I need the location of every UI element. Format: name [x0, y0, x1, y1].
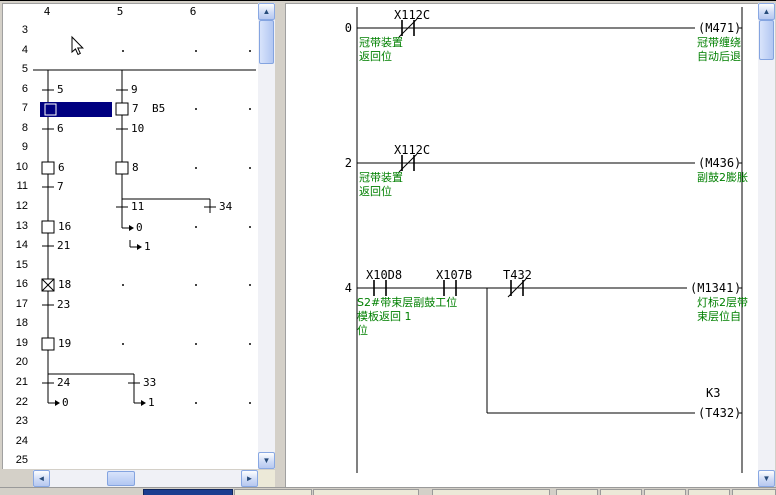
plc-programming-window: ▲ ▼ ◄ ► ▲ ▼ 4563456789101112131415161718… [0, 0, 776, 495]
sfc-vertical-scrollbar[interactable]: ▲ ▼ [258, 3, 275, 469]
taskbar-item[interactable] [732, 489, 776, 495]
scrollbar-corner [258, 470, 275, 487]
ladder-diagram-panel[interactable] [285, 3, 758, 487]
scroll-right-icon[interactable]: ► [241, 470, 258, 487]
sfc-horizontal-scrollbar[interactable]: ◄ ► [33, 470, 258, 487]
taskbar-item[interactable] [644, 489, 686, 495]
taskbar-item[interactable] [688, 489, 730, 495]
scroll-up-icon[interactable]: ▲ [258, 3, 275, 20]
ladder-vertical-scrollbar[interactable]: ▲ ▼ [758, 3, 775, 487]
scroll-left-icon[interactable]: ◄ [33, 470, 50, 487]
taskbar-item[interactable] [600, 489, 642, 495]
ladder-vscroll-thumb[interactable] [759, 20, 774, 60]
sfc-hscroll-thumb[interactable] [107, 471, 135, 486]
scroll-down-icon[interactable]: ▼ [758, 470, 775, 487]
scroll-up-icon[interactable]: ▲ [758, 3, 775, 20]
taskbar-item[interactable] [313, 489, 419, 495]
sfc-vscroll-thumb[interactable] [259, 20, 274, 64]
taskbar-item[interactable] [556, 489, 598, 495]
sfc-diagram-panel[interactable] [2, 3, 258, 469]
taskbar-item[interactable] [432, 489, 550, 495]
scroll-down-icon[interactable]: ▼ [258, 452, 275, 469]
taskbar-active-item[interactable] [143, 489, 233, 495]
taskbar-item[interactable] [234, 489, 312, 495]
